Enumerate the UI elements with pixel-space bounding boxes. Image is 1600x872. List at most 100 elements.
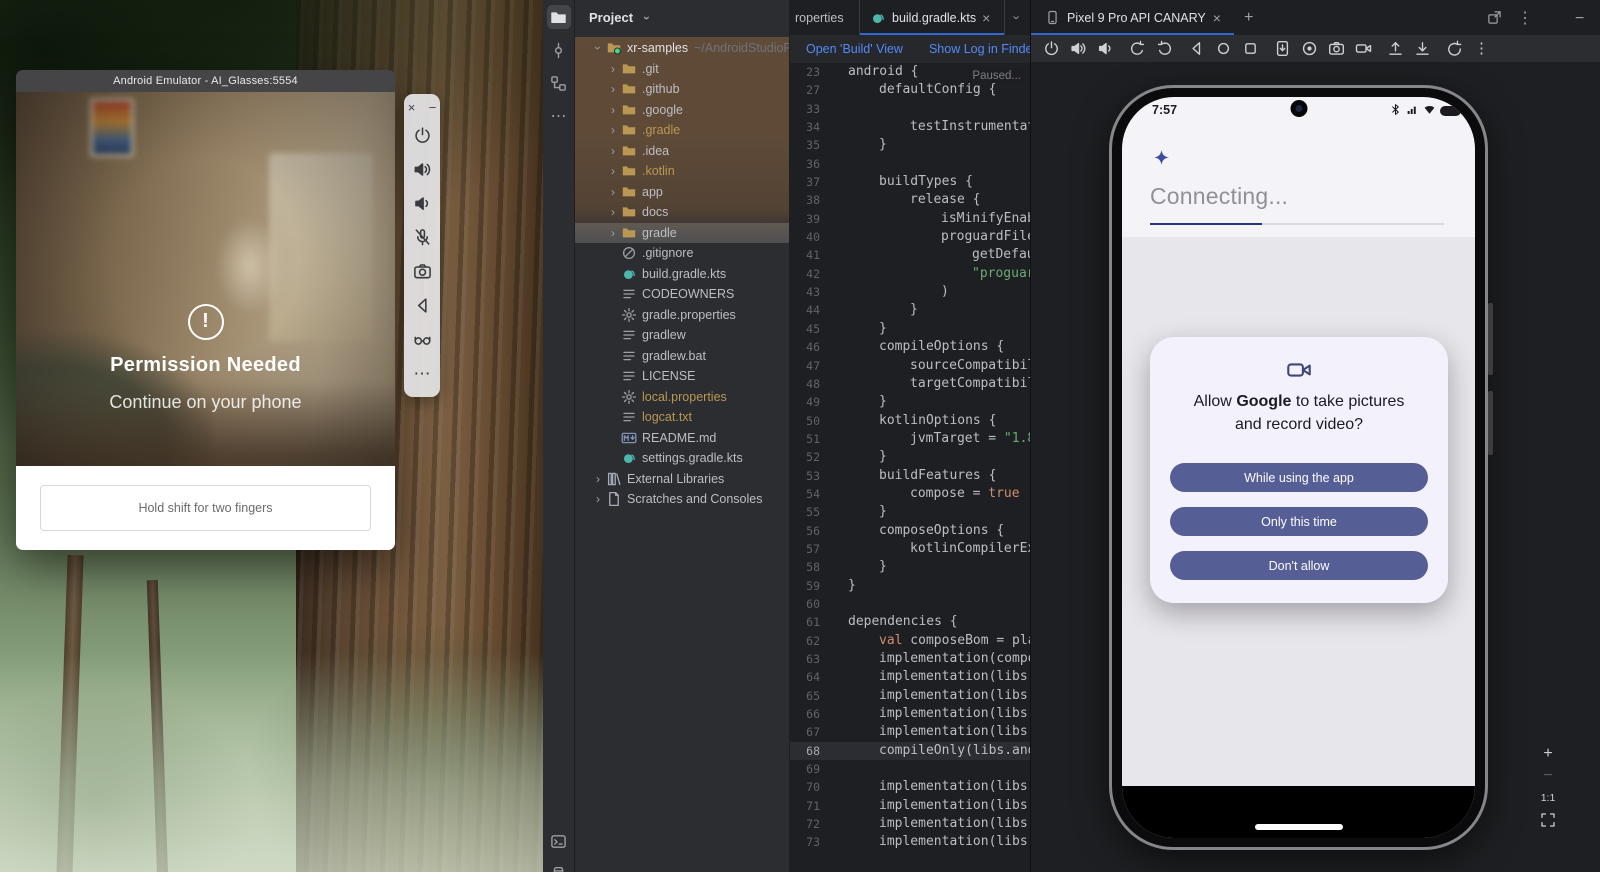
code-line-68[interactable]: 68compileOnly(libs.android [790,742,1030,760]
record-button[interactable] [1301,40,1318,57]
tree-item-license[interactable]: LICENSE [575,366,789,387]
tab-pixel-9-pro[interactable]: Pixel 9 Pro API CANARY × [1031,0,1234,35]
tree-item-app[interactable]: ›app [575,182,789,203]
code-line-48[interactable]: 48targetCompatibility [790,375,1030,393]
overview-button[interactable] [1242,40,1259,57]
close-device-tab-icon[interactable]: × [1213,10,1225,26]
emulator-screen[interactable]: ! Permission Needed Continue on your pho… [16,92,395,466]
code-line-49[interactable]: 49} [790,393,1030,411]
project-panel-header[interactable]: Project › [575,0,789,35]
code-line-67[interactable]: 67implementation(libs.kotl [790,723,1030,741]
code-line-38[interactable]: 38release { [790,191,1030,209]
code-line-33[interactable]: 33 [790,100,1030,118]
tree-item-external-libraries[interactable]: ›External Libraries [575,469,789,490]
permission-button-while-using-the-app[interactable]: While using the app [1170,463,1428,492]
tree-item-gitignore[interactable]: .gitignore [575,243,789,264]
chevron-collapsed-icon[interactable]: › [606,164,620,178]
volume-down-button[interactable] [1097,40,1114,57]
chevron-expanded-icon[interactable]: › [591,41,605,55]
code-line-57[interactable]: 57kotlinCompilerExtens [790,540,1030,558]
emulator-title-bar[interactable]: Android Emulator - AI_Glasses:5554 [16,70,395,92]
volume-down-button[interactable] [413,194,432,213]
tree-item-gradlew-bat[interactable]: gradlew.bat [575,346,789,367]
camera-button[interactable] [1328,40,1345,57]
back-button[interactable] [413,296,432,315]
code-line-51[interactable]: 51jvmTarget = "1.8" [790,430,1030,448]
more-button[interactable]: ⋯ [413,364,432,383]
videocam-button[interactable] [1355,40,1372,57]
home-button[interactable] [1215,40,1232,57]
tree-item-gradle-properties[interactable]: gradle.properties [575,305,789,326]
code-line-63[interactable]: 63implementation(composeBo [790,650,1030,668]
commit-button[interactable] [547,38,571,62]
minimize-icon[interactable]: − [427,99,439,113]
tree-root-xr-samples[interactable]: › xr-samples ~/AndroidStudioProj [575,38,789,59]
tree-item-gradlew[interactable]: gradlew [575,325,789,346]
permission-button-don-t-allow[interactable]: Don't allow [1170,551,1428,580]
tree-item-scratches-and-consoles[interactable]: ›Scratches and Consoles [575,489,789,510]
chevron-collapsed-icon[interactable]: › [591,472,605,486]
code-line-37[interactable]: 37buildTypes { [790,173,1030,191]
code-line-72[interactable]: 72implementation(libs.andr [790,815,1030,833]
project-folder-button[interactable] [547,5,571,29]
code-line-44[interactable]: 44} [790,301,1030,319]
more-v-button[interactable]: ⋮ [1473,40,1490,57]
code-line-62[interactable]: 62val composeBom = platfor [790,632,1030,650]
code-line-69[interactable]: 69 [790,760,1030,778]
zoom-out-button[interactable]: − [1540,768,1556,784]
structure-button[interactable] [547,71,571,95]
chevron-collapsed-icon[interactable]: › [606,205,620,219]
mic-off-button[interactable] [413,228,432,247]
code-line-40[interactable]: 40proguardFiles( [790,228,1030,246]
restart-button[interactable] [1446,40,1463,57]
tree-item-settings-gradle-kts[interactable]: settings.gradle.kts [575,448,789,469]
zoom-in-button[interactable]: + [1540,746,1556,762]
glasses-button[interactable] [413,330,432,349]
tab-gradle-properties[interactable]: roperties [790,0,860,35]
tree-item-idea[interactable]: ›.idea [575,141,789,162]
tree-item-readme-md[interactable]: README.md [575,428,789,449]
power-button[interactable] [413,126,432,145]
chevron-collapsed-icon[interactable]: › [606,82,620,96]
close-icon[interactable]: × [406,99,418,113]
add-device-tab-button[interactable]: + [1234,9,1264,27]
tree-item-git[interactable]: ›.git [575,59,789,80]
code-line-43[interactable]: 43) [790,283,1030,301]
code-line-58[interactable]: 58} [790,558,1030,576]
code-line-73[interactable]: 73implementation(libs.andr [790,833,1030,851]
code-line-39[interactable]: 39isMinifyEnabled [790,210,1030,228]
code-line-50[interactable]: 50kotlinOptions { [790,412,1030,430]
chevron-collapsed-icon[interactable]: › [606,226,620,240]
code-line-70[interactable]: 70implementation(libs.mate [790,778,1030,796]
volume-up-button[interactable] [1070,40,1087,57]
logcat-button[interactable] [547,829,571,853]
tree-item-kotlin[interactable]: ›.kotlin [575,161,789,182]
camera-button[interactable] [413,262,432,281]
code-line-46[interactable]: 46compileOptions { [790,338,1030,356]
code-line-27[interactable]: 27defaultConfig { [790,81,1030,99]
more-v-button[interactable]: ⋮ [1517,10,1532,25]
tree-item-logcat-txt[interactable]: logcat.txt [575,407,789,428]
code-line-47[interactable]: 47sourceCompatibility [790,357,1030,375]
gesture-navigation-bar[interactable] [1255,824,1343,830]
volume-up-button[interactable] [413,160,432,179]
zoom-reset-button[interactable]: 1:1 [1540,790,1556,806]
code-line-65[interactable]: 65implementation(libs.andr [790,687,1030,705]
rotate-left-button[interactable] [1129,40,1146,57]
code-line-42[interactable]: 42"proguard-ru [790,265,1030,283]
screenshot-button[interactable] [1274,40,1291,57]
chevron-collapsed-icon[interactable]: › [606,144,620,158]
chevron-collapsed-icon[interactable]: › [606,103,620,117]
show-log-in-finder-link[interactable]: Show Log in Finder [929,42,1030,56]
zoom-to-fit-button[interactable] [1540,812,1556,828]
tree-item-build-gradle-kts[interactable]: build.gradle.kts [575,264,789,285]
code-line-52[interactable]: 52} [790,448,1030,466]
chevron-collapsed-icon[interactable]: › [606,123,620,137]
open-new-button[interactable] [1487,10,1502,25]
open-build-view-link[interactable]: Open 'Build' View [806,42,903,56]
tree-item-docs[interactable]: ›docs [575,202,789,223]
code-line-61[interactable]: 61dependencies { [790,613,1030,631]
code-line-35[interactable]: 35} [790,136,1030,154]
code-line-56[interactable]: 56composeOptions { [790,522,1030,540]
hidden-tabs-chevron-icon[interactable]: › [1005,0,1030,35]
